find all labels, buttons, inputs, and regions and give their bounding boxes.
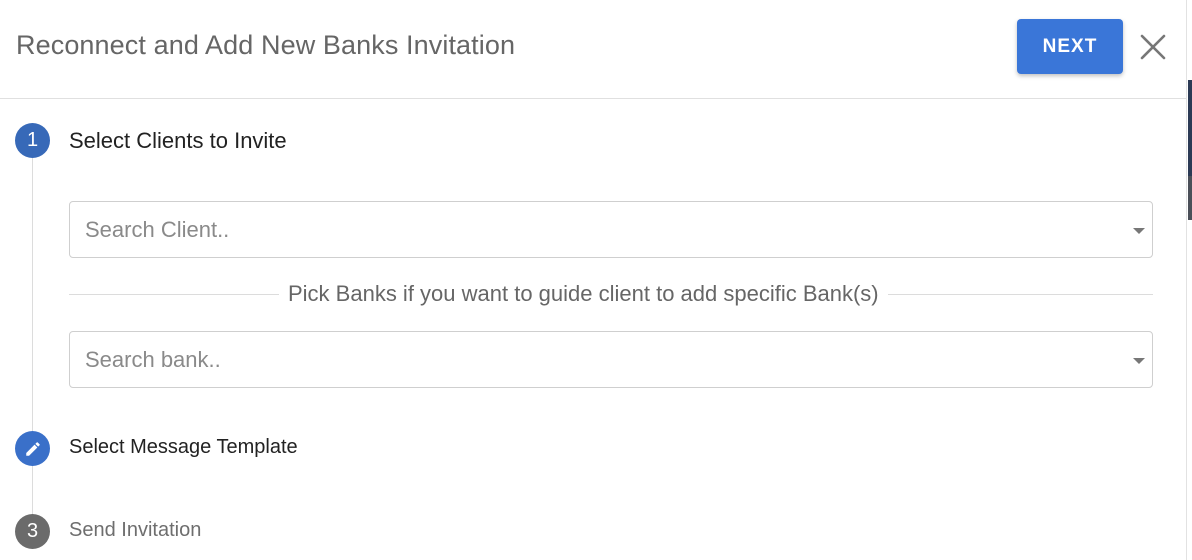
step-3-number: 3 [26,520,39,542]
stepper-connector [32,158,33,528]
close-icon[interactable] [1138,32,1168,62]
edge-block [1188,176,1192,220]
banks-divider: Pick Banks if you want to guide client t… [69,280,1153,310]
step-1-label[interactable]: Select Clients to Invite [69,128,287,154]
bank-select[interactable] [69,331,1153,388]
dialog-title: Reconnect and Add New Banks Invitation [16,30,516,60]
step-3-indicator: 3 [15,514,50,549]
client-select[interactable] [69,201,1153,258]
pencil-icon [25,441,40,456]
edge-line [1186,0,1187,560]
pick-banks-hint: Pick Banks if you want to guide client t… [279,281,888,307]
invitation-dialog: Reconnect and Add New Banks Invitation N… [0,0,1192,560]
dropdown-caret-icon[interactable] [1133,358,1145,364]
step-3-label[interactable]: Send Invitation [69,519,201,542]
search-client-input[interactable] [85,202,1115,257]
step-1-indicator: 1 [15,123,50,158]
next-button[interactable]: NEXT [1017,19,1123,74]
step-1-number: 1 [26,129,39,151]
dropdown-caret-icon[interactable] [1133,228,1145,234]
step-2-indicator [15,431,50,466]
dialog-header: Reconnect and Add New Banks Invitation N… [0,0,1186,99]
step-2-label[interactable]: Select Message Template [69,436,298,459]
edge-block [1188,80,1192,176]
background-app-edge [1186,0,1192,560]
search-bank-input[interactable] [85,332,1115,387]
